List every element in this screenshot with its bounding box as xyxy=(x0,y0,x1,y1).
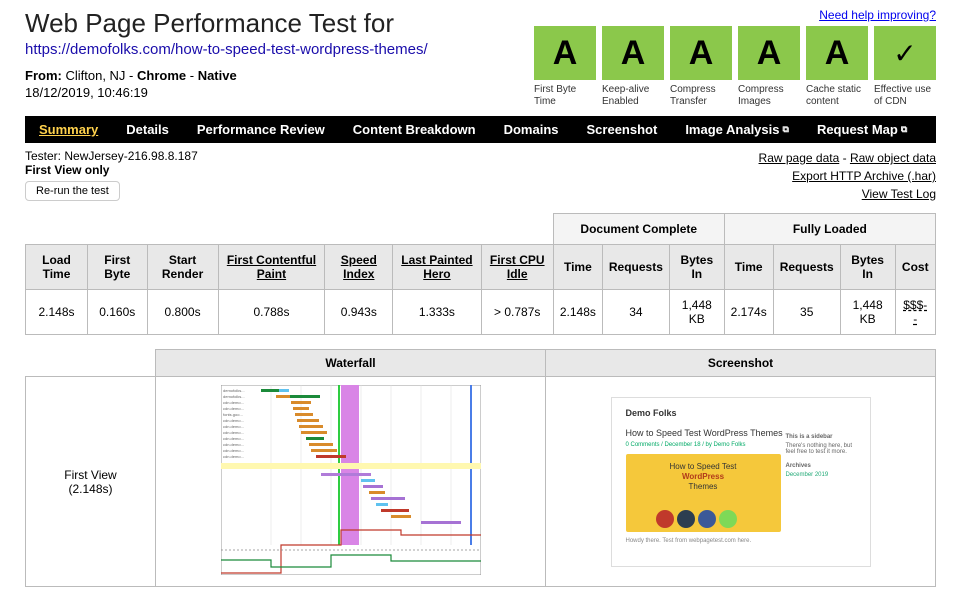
grade-compress-transfer[interactable]: A xyxy=(670,26,732,80)
th-screenshot: Screenshot xyxy=(546,350,936,377)
svg-text:cdn.demo...: cdn.demo... xyxy=(223,418,244,423)
nav-bar: Summary Details Performance Review Conte… xyxy=(25,116,936,143)
group-doc-complete: Document Complete xyxy=(553,214,724,245)
rerun-button[interactable]: Re-run the test xyxy=(25,181,120,201)
first-view-only: First View only xyxy=(25,163,198,177)
raw-object-link[interactable]: Raw object data xyxy=(850,151,936,165)
nav-request-map[interactable]: Request Map⧉ xyxy=(803,122,921,137)
external-link-icon: ⧉ xyxy=(901,124,907,135)
help-link[interactable]: Need help improving? xyxy=(819,8,936,22)
nav-content-breakdown[interactable]: Content Breakdown xyxy=(339,122,490,137)
view-log-link[interactable]: View Test Log xyxy=(862,187,936,201)
page-title: Web Page Performance Test for xyxy=(25,8,534,39)
svg-text:cdn.demo...: cdn.demo... xyxy=(223,430,244,435)
nav-performance-review[interactable]: Performance Review xyxy=(183,122,339,137)
svg-text:cdn.demo...: cdn.demo... xyxy=(223,448,244,453)
svg-text:cdn.demo...: cdn.demo... xyxy=(223,454,244,459)
grade-cdn[interactable]: ✓ xyxy=(874,26,936,80)
nav-summary[interactable]: Summary xyxy=(25,122,112,137)
svg-text:cdn.demo...: cdn.demo... xyxy=(223,406,244,411)
waterfall-chart-icon: demofolks...demofolks...cdn.demo...cdn.d… xyxy=(221,385,481,575)
ss-logo: Demo Folks xyxy=(626,408,856,418)
export-har-link[interactable]: Export HTTP Archive (.har) xyxy=(792,169,936,183)
grade-keepalive[interactable]: A xyxy=(602,26,664,80)
raw-page-link[interactable]: Raw page data xyxy=(759,151,840,165)
nav-image-analysis[interactable]: Image Analysis⧉ xyxy=(671,122,803,137)
row-first-view-label: First View (2.148s) xyxy=(26,377,156,587)
th-waterfall: Waterfall xyxy=(156,350,546,377)
svg-text:fonts.goo...: fonts.goo... xyxy=(223,412,243,417)
external-link-icon: ⧉ xyxy=(783,124,789,135)
ss-footer: Howdy there. Test from webpagetest.com h… xyxy=(626,538,856,544)
grade-cache-static[interactable]: A xyxy=(806,26,868,80)
tested-url-link[interactable]: https://demofolks.com/how-to-speed-test-… xyxy=(25,41,428,58)
test-datetime: 18/12/2019, 10:46:19 xyxy=(25,85,534,100)
nav-domains[interactable]: Domains xyxy=(490,122,573,137)
grades-row: AFirst Byte Time AKeep-alive Enabled ACo… xyxy=(534,26,936,108)
svg-text:cdn.demo...: cdn.demo... xyxy=(223,424,244,429)
group-fully-loaded: Fully Loaded xyxy=(724,214,935,245)
metrics-row: 2.148s 0.160s 0.800s 0.788s 0.943s 1.333… xyxy=(26,290,936,335)
svg-text:cdn.demo...: cdn.demo... xyxy=(223,400,244,405)
screenshot-thumb[interactable]: Demo Folks How to Speed Test WordPress T… xyxy=(546,377,936,587)
metrics-table: Document Complete Fully Loaded Load Time… xyxy=(25,213,936,335)
nav-details[interactable]: Details xyxy=(112,122,183,137)
from-line: From: Clifton, NJ - Chrome - Native xyxy=(25,68,534,83)
svg-text:demofolks...: demofolks... xyxy=(223,388,245,393)
svg-text:cdn.demo...: cdn.demo... xyxy=(223,436,244,441)
tester-line: Tester: NewJersey-216.98.8.187 xyxy=(25,149,198,163)
waterfall-thumb[interactable]: demofolks...demofolks...cdn.demo...cdn.d… xyxy=(156,377,546,587)
waterfall-screenshot-table: Waterfall Screenshot First View (2.148s) xyxy=(25,349,936,587)
grade-compress-images[interactable]: A xyxy=(738,26,800,80)
ss-hero-icon: How to Speed TestWordPressThemes xyxy=(626,454,781,532)
nav-screenshot[interactable]: Screenshot xyxy=(573,122,672,137)
svg-text:cdn.demo...: cdn.demo... xyxy=(223,442,244,447)
svg-text:demofolks...: demofolks... xyxy=(223,394,245,399)
grade-first-byte[interactable]: A xyxy=(534,26,596,80)
